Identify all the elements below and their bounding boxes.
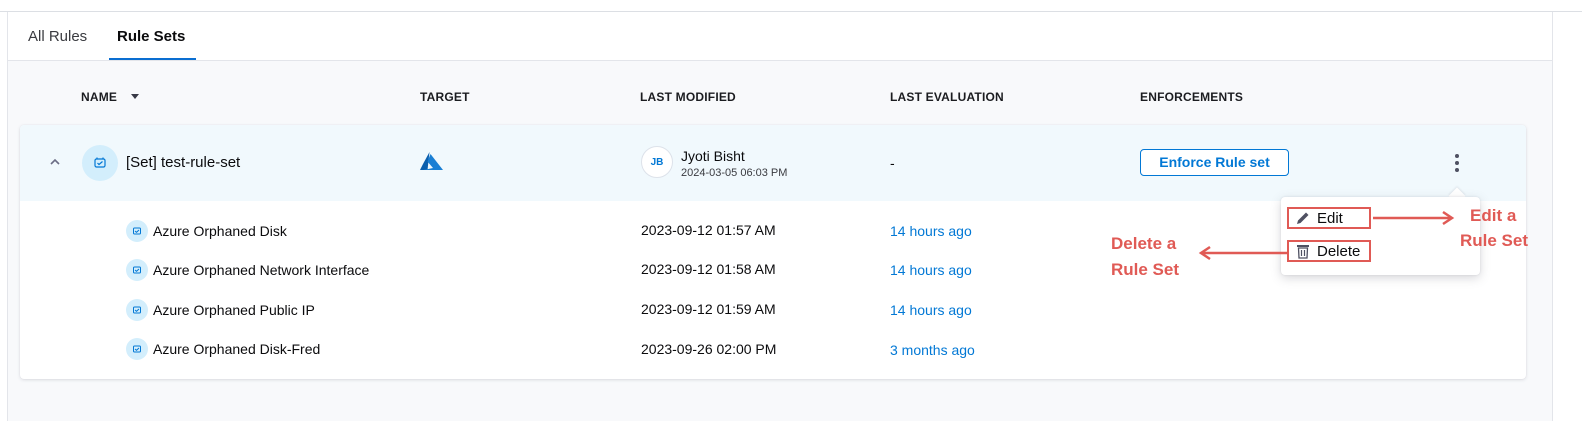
rule-evaluation-link[interactable]: 14 hours ago: [890, 262, 972, 278]
column-header-name[interactable]: NAME: [81, 90, 117, 104]
modified-at: 2024-03-05 06:03 PM: [681, 167, 788, 179]
sort-desc-icon[interactable]: [131, 94, 139, 99]
azure-icon: [420, 152, 443, 170]
column-header-last-evaluation: LAST EVALUATION: [890, 90, 1004, 104]
rule-modified: 2023-09-26 02:00 PM: [641, 341, 777, 357]
rule-icon: [126, 299, 148, 321]
annotation-text: Delete a: [1111, 234, 1177, 253]
menu-item-delete[interactable]: Delete: [1287, 240, 1371, 262]
annotation-text: Rule Set: [1460, 231, 1529, 250]
rule-set-name[interactable]: [Set] test-rule-set: [126, 154, 240, 171]
menu-item-edit[interactable]: Edit: [1287, 207, 1371, 229]
annotation-edit: Edit a: [1470, 203, 1516, 229]
trash-icon: [1297, 245, 1309, 259]
chevron-up-icon[interactable]: [50, 157, 60, 167]
rule-name[interactable]: Azure Orphaned Network Interface: [153, 262, 369, 278]
modified-by-name: Jyoti Bisht: [681, 148, 745, 164]
rule-modified: 2023-09-12 01:57 AM: [641, 222, 776, 238]
more-options-icon[interactable]: [1450, 152, 1464, 174]
last-evaluation-value: -: [890, 155, 895, 171]
rule-name[interactable]: Azure Orphaned Disk: [153, 223, 287, 239]
annotation-text: Rule Set: [1111, 260, 1180, 279]
avatar: JB: [641, 146, 673, 178]
menu-item-label: Edit: [1317, 209, 1343, 227]
active-tab-indicator: [109, 58, 196, 60]
menu-item-label: Delete: [1317, 242, 1361, 260]
tab-rule-sets[interactable]: Rule Sets: [117, 28, 185, 45]
rule-name[interactable]: Azure Orphaned Disk-Fred: [153, 341, 320, 357]
rule-evaluation-link[interactable]: 14 hours ago: [890, 223, 972, 239]
rule-icon: [126, 338, 148, 360]
rule-modified: 2023-09-12 01:58 AM: [641, 261, 776, 277]
pencil-icon: [1297, 212, 1309, 224]
rule-modified: 2023-09-12 01:59 AM: [641, 301, 776, 317]
annotation-edit-line2: Rule Set: [1460, 228, 1528, 254]
rule-set-icon: [82, 145, 118, 181]
column-header-target: TARGET: [420, 90, 470, 104]
rule-evaluation-link[interactable]: 14 hours ago: [890, 302, 972, 318]
enforce-rule-set-button[interactable]: Enforce Rule set: [1140, 149, 1289, 176]
rule-evaluation-link[interactable]: 3 months ago: [890, 342, 975, 358]
rule-set-row[interactable]: [20, 125, 1526, 201]
rule-name[interactable]: Azure Orphaned Public IP: [153, 302, 315, 318]
tab-bar: All Rules Rule Sets: [8, 12, 1552, 61]
rule-icon: [126, 220, 148, 242]
annotation-text: Edit a: [1470, 206, 1517, 225]
annotation-delete: Delete a Rule Set: [1111, 231, 1179, 283]
rule-icon: [126, 259, 148, 281]
tab-all-rules[interactable]: All Rules: [28, 28, 87, 45]
column-header-last-modified: LAST MODIFIED: [640, 90, 736, 104]
column-header-enforcements: ENFORCEMENTS: [1140, 90, 1244, 104]
